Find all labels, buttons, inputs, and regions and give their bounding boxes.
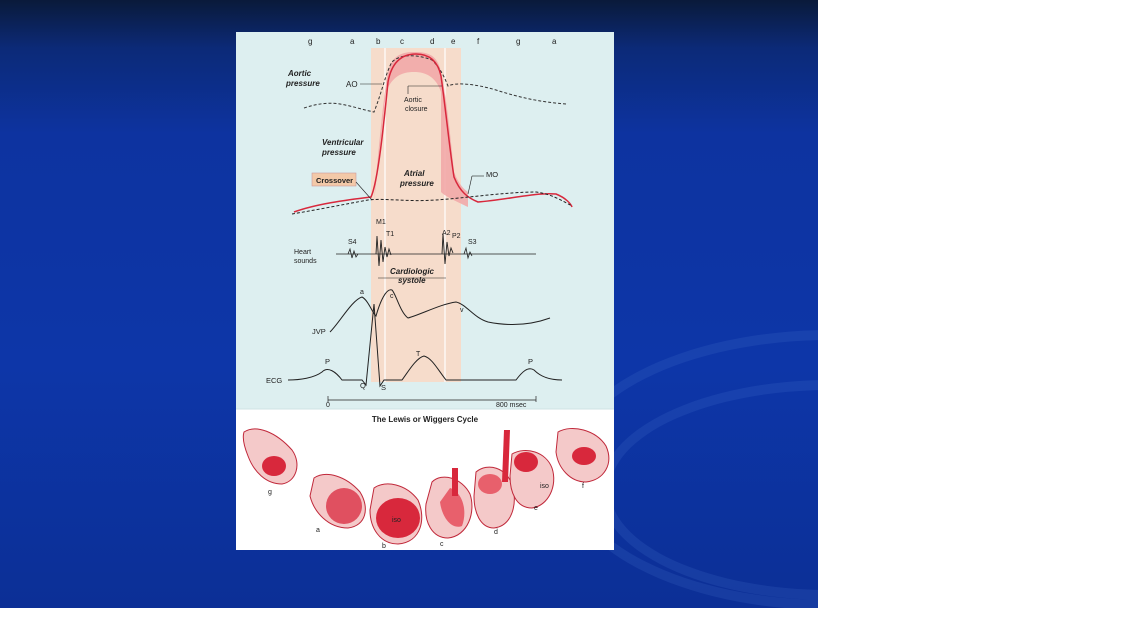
jvp-c-label: c bbox=[390, 293, 394, 300]
heart-stage-e: iso e bbox=[509, 450, 555, 512]
t1-label: T1 bbox=[386, 231, 394, 238]
iso-label: iso bbox=[540, 483, 549, 490]
jvp-v-label: v bbox=[460, 307, 464, 314]
heart-stage-d: d bbox=[473, 430, 515, 536]
aortic-pressure-label: pressure bbox=[285, 79, 320, 88]
aortic-pressure-label: Aortic bbox=[287, 69, 312, 78]
atrial-pressure-label: Atrial bbox=[403, 169, 425, 178]
heart-stage-c: c bbox=[425, 468, 473, 548]
mo-label: MO bbox=[486, 170, 498, 179]
figure-caption: The Lewis or Wiggers Cycle bbox=[372, 415, 479, 424]
time-zero-label: 0 bbox=[326, 402, 330, 409]
heart-sounds-label: Heart bbox=[294, 249, 311, 256]
iso-label: iso bbox=[392, 517, 401, 524]
phase-label: g bbox=[516, 37, 520, 46]
phase-label: g bbox=[308, 37, 312, 46]
p2-label: P2 bbox=[452, 233, 461, 240]
ecg-s-label: S bbox=[381, 383, 386, 392]
a2-label: A2 bbox=[442, 230, 451, 237]
ventricular-pressure-label: pressure bbox=[321, 148, 356, 157]
heart-stage-b: iso b bbox=[369, 483, 423, 550]
slide-background: g a b c d e f g a Aortic pressure AO Aor… bbox=[0, 0, 818, 608]
ecg-label: ECG bbox=[266, 376, 282, 385]
wiggers-diagram: g a b c d e f g a Aortic pressure AO Aor… bbox=[236, 32, 614, 550]
aortic-closure-label: closure bbox=[405, 106, 428, 113]
s3-label: S3 bbox=[468, 239, 477, 246]
svg-text:e: e bbox=[534, 505, 538, 512]
m1-label: M1 bbox=[376, 219, 386, 226]
atrial-pressure-label: pressure bbox=[399, 179, 434, 188]
s4-label: S4 bbox=[348, 239, 357, 246]
svg-text:a: a bbox=[316, 527, 320, 534]
phase-label: b bbox=[376, 37, 381, 46]
aortic-closure-label: Aortic bbox=[404, 97, 422, 104]
jvp-a-label: a bbox=[360, 289, 364, 296]
jvp-label: JVP bbox=[312, 327, 326, 336]
ecg-t-label: T bbox=[416, 351, 421, 358]
cardiologic-systole-label: systole bbox=[398, 276, 426, 285]
svg-text:d: d bbox=[494, 529, 498, 536]
ecg-q-label: Q bbox=[360, 381, 366, 390]
ventricular-pressure-label: Ventricular bbox=[322, 138, 364, 147]
time-end-label: 800 msec bbox=[496, 402, 527, 409]
phase-label: d bbox=[430, 37, 434, 46]
phase-label: e bbox=[451, 37, 456, 46]
phase-label: c bbox=[400, 37, 404, 46]
heart-stage-g: g bbox=[242, 428, 298, 496]
svg-text:c: c bbox=[440, 541, 444, 548]
crossover-label: Crossover bbox=[316, 176, 353, 185]
ecg-p-label: P bbox=[325, 357, 330, 366]
svg-text:b: b bbox=[382, 543, 386, 550]
phase-label: a bbox=[552, 37, 557, 46]
phase-label: a bbox=[350, 37, 355, 46]
ao-label: AO bbox=[346, 80, 358, 89]
cardiologic-systole-label: Cardiologic bbox=[390, 267, 435, 276]
heart-sounds-label: sounds bbox=[294, 258, 317, 265]
heart-stage-f: f bbox=[555, 428, 610, 490]
svg-text:f: f bbox=[582, 483, 584, 490]
ecg-p-label: P bbox=[528, 357, 533, 366]
heart-stage-a: a bbox=[309, 474, 366, 534]
svg-text:g: g bbox=[268, 489, 272, 496]
